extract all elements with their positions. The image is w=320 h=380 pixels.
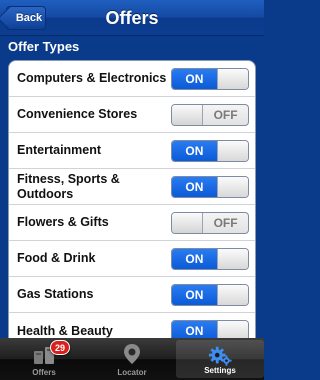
settings-content[interactable]: Offer Types Computers & Electronics ON C…: [0, 36, 264, 338]
toggle-knob: [216, 248, 248, 269]
navigation-bar: Back Offers: [0, 0, 264, 36]
toggle-knob: [172, 104, 204, 125]
back-button[interactable]: Back: [6, 6, 46, 30]
tab-offers[interactable]: 29 Offers: [0, 338, 88, 380]
offer-label: Food & Drink: [17, 251, 96, 265]
toggle-switch[interactable]: ON: [171, 175, 249, 198]
offer-label: Fitness, Sports & Outdoors: [17, 171, 120, 201]
toggle-switch[interactable]: OFF: [171, 103, 249, 126]
toggle-knob: [172, 212, 204, 233]
toggle-state-label: ON: [172, 284, 217, 305]
offer-label: Flowers & Gifts: [17, 215, 109, 229]
toggle-switch[interactable]: ON: [171, 139, 249, 162]
toggle-state-label: ON: [172, 248, 217, 269]
offer-label: Computers & Electronics: [17, 71, 167, 85]
toggle-state-label: ON: [172, 176, 217, 197]
offer-row-health-beauty: Health & Beauty ON: [9, 313, 255, 338]
toggle-knob: [216, 176, 248, 197]
toggle-switch[interactable]: ON: [171, 320, 249, 338]
toggle-state-label: OFF: [213, 107, 238, 122]
toggle-knob: [216, 321, 248, 338]
toggle-state-label: ON: [172, 140, 217, 161]
offers-count-badge: 29: [50, 340, 70, 355]
offer-row-gas-stations: Gas Stations ON: [9, 277, 255, 313]
offer-row-entertainment: Entertainment ON: [9, 133, 255, 169]
offer-label: Entertainment: [17, 143, 102, 157]
toggle-state-label: OFF: [213, 215, 238, 230]
tab-label: Settings: [204, 366, 236, 375]
offer-row-food-drink: Food & Drink ON: [9, 241, 255, 277]
offer-row-flowers-gifts: Flowers & Gifts OFF: [9, 205, 255, 241]
section-header-offer-types: Offer Types: [8, 39, 80, 54]
toggle-knob: [216, 68, 248, 89]
gears-icon: [208, 345, 232, 367]
tab-settings[interactable]: Settings: [176, 340, 264, 378]
offer-label: Convenience Stores: [17, 107, 138, 121]
toggle-state-label: ON: [172, 68, 217, 89]
toggle-switch[interactable]: ON: [171, 67, 249, 90]
toggle-switch[interactable]: ON: [171, 283, 249, 306]
offer-row-fitness-sports-outdoors: Fitness, Sports & Outdoors ON: [9, 169, 255, 205]
offer-label: Health & Beauty: [17, 323, 113, 338]
back-button-label: Back: [15, 12, 43, 24]
tab-label: Locator: [117, 368, 147, 377]
toggle-knob: [216, 140, 248, 161]
offer-label: Gas Stations: [17, 287, 94, 301]
toggle-knob: [216, 284, 248, 305]
toggle-state-label: ON: [172, 321, 217, 338]
offer-row-computers-electronics: Computers & Electronics ON: [9, 61, 255, 97]
tab-locator[interactable]: Locator: [88, 338, 176, 380]
tab-label: Offers: [32, 368, 56, 377]
offer-row-convenience-stores: Convenience Stores OFF: [9, 97, 255, 133]
toggle-switch[interactable]: OFF: [171, 211, 249, 234]
offer-types-group: Computers & Electronics ON Convenience S…: [8, 60, 256, 338]
tab-bar: 29 Offers Locator Settings: [0, 338, 264, 380]
toggle-switch[interactable]: ON: [171, 247, 249, 270]
location-pin-icon: [120, 343, 144, 365]
